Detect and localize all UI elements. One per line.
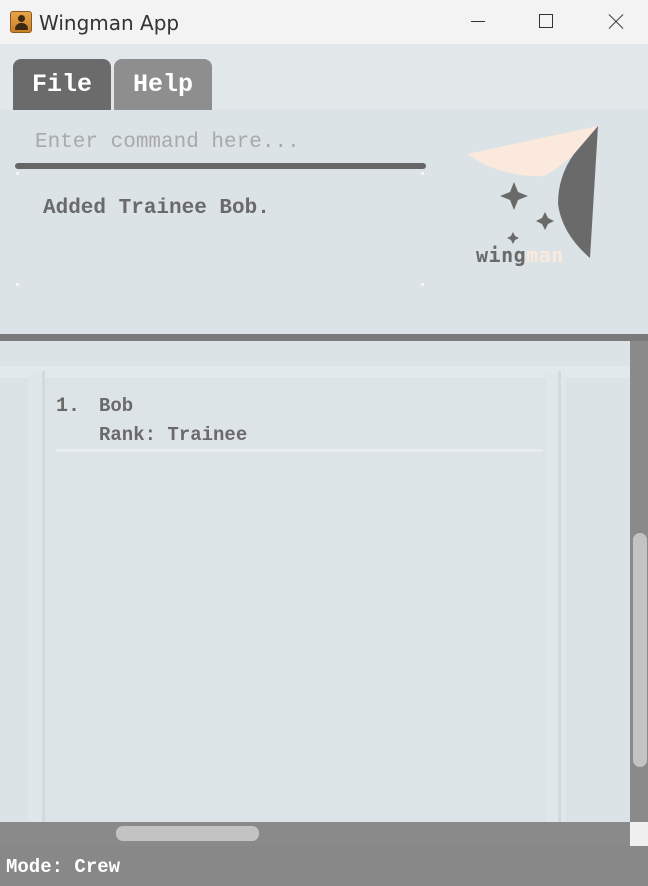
close-button[interactable]: [580, 0, 648, 44]
logo-text: wingman: [476, 243, 564, 267]
result-display: Added Trainee Bob.: [16, 172, 424, 286]
horizontal-scrollbar[interactable]: [0, 822, 630, 846]
command-underline: [15, 163, 426, 169]
menu-help[interactable]: Help: [114, 59, 212, 110]
command-input[interactable]: [16, 124, 426, 160]
sparkle-icon: [500, 182, 528, 210]
sparkle-icon: [536, 212, 554, 230]
menu-file[interactable]: File: [13, 59, 111, 110]
minimize-button[interactable]: [443, 0, 511, 44]
vertical-scrollbar[interactable]: [630, 341, 648, 822]
divider: [0, 334, 648, 341]
logo-text-man: man: [526, 243, 564, 267]
list-item-rank: Rank: Trainee: [99, 424, 248, 446]
list-item-index: 1.: [56, 395, 81, 418]
vertical-scroll-thumb[interactable]: [633, 533, 647, 767]
crew-list-panel: 1. Bob Rank: Trainee: [0, 341, 630, 822]
result-message: Added Trainee Bob.: [43, 197, 270, 220]
mode-status: Mode: Crew: [6, 856, 121, 878]
command-area: Added Trainee Bob. wingman: [0, 110, 648, 334]
logo-text-wing: wing: [476, 243, 527, 267]
title-bar: Wingman App: [0, 0, 648, 44]
status-bar: Mode: Crew: [0, 846, 648, 886]
menu-bar: File Help: [0, 44, 648, 110]
maximize-button[interactable]: [511, 0, 579, 44]
window-title: Wingman App: [39, 11, 180, 35]
list-item-name: Bob: [99, 395, 134, 417]
list-item-separator: [56, 449, 543, 452]
app-person-icon: [10, 11, 32, 33]
list-item[interactable]: 1. Bob Rank: Trainee: [56, 393, 543, 453]
horizontal-scroll-thumb[interactable]: [116, 826, 259, 841]
scroll-corner: [630, 822, 648, 846]
